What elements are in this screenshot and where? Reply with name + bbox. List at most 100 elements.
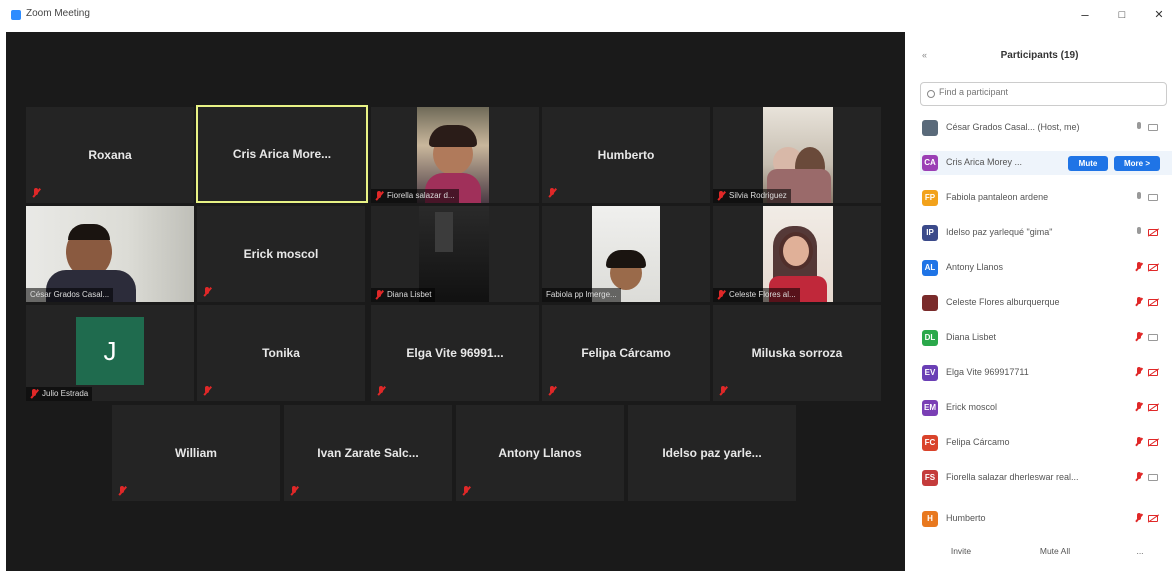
video-tile-idelso[interactable]: Idelso paz yarle... (628, 405, 796, 501)
participant-name: Elga Vite 96991... (406, 346, 504, 360)
search-input[interactable] (939, 87, 1159, 97)
muted-mic-icon (719, 386, 727, 396)
participant-name: Cris Arica Morey ... (946, 157, 1023, 167)
mic-muted-icon[interactable] (1136, 367, 1142, 377)
avatar: EM (922, 400, 938, 416)
mic-icon[interactable] (1136, 122, 1142, 132)
mic-muted-icon[interactable] (1136, 402, 1142, 412)
muted-mic-icon (32, 188, 40, 198)
avatar: AL (922, 260, 938, 276)
video-tile-felipa[interactable]: Felipa Cárcamo (542, 305, 710, 401)
video-off-icon[interactable] (1148, 404, 1158, 411)
muted-mic-icon (375, 191, 383, 201)
mic-muted-icon[interactable] (1136, 332, 1142, 342)
muted-mic-icon (375, 290, 383, 300)
participant-name: Idelso paz yarle... (662, 446, 762, 460)
participant-row[interactable]: IP Idelso paz yarlequé "gima" (920, 221, 1172, 245)
maximize-button[interactable]: □ (1113, 8, 1131, 22)
video-tile-cris-arica[interactable]: Cris Arica More... (196, 105, 368, 203)
participant-name: Felipa Cárcamo (946, 437, 1010, 447)
video-off-icon[interactable] (1148, 439, 1158, 446)
video-off-icon[interactable] (1148, 229, 1158, 236)
video-tile-william[interactable]: William (112, 405, 280, 501)
mic-muted-icon[interactable] (1136, 437, 1142, 447)
video-tile-fiorella[interactable]: Fiorella salazar d... (371, 107, 539, 203)
video-tile-silvia[interactable]: Silvia Rodriguez (713, 107, 881, 203)
more-button[interactable]: More > (1114, 156, 1160, 171)
avatar: J (76, 317, 144, 385)
participant-search[interactable] (920, 82, 1167, 106)
participant-row[interactable]: FP Fabiola pantaleon ardene (920, 186, 1172, 210)
participant-name-tag: Diana Lisbet (371, 288, 436, 302)
participant-row[interactable]: EV Elga Vite 969917711 (920, 361, 1172, 385)
close-button[interactable]: ✕ (1150, 8, 1168, 22)
mute-all-button[interactable]: Mute All (1030, 542, 1080, 560)
muted-mic-icon (462, 486, 470, 496)
more-options-icon[interactable]: ... (1132, 542, 1148, 560)
video-tile-diana[interactable]: Diana Lisbet (371, 206, 539, 302)
video-camera-icon[interactable] (1148, 194, 1158, 201)
muted-mic-icon (203, 386, 211, 396)
participant-row[interactable]: FS Fiorella salazar dherleswar real... (920, 466, 1172, 490)
participant-row[interactable]: EM Erick moscol (920, 396, 1172, 420)
participant-row[interactable]: CA Cris Arica Morey ... Mute More > (920, 151, 1172, 175)
mic-icon[interactable] (1136, 192, 1142, 202)
video-off-icon[interactable] (1148, 264, 1158, 271)
participant-name: Diana Lisbet (946, 332, 997, 342)
participant-row[interactable]: Celeste Flores alburquerque (920, 291, 1172, 315)
title-bar: Zoom Meeting – □ ✕ (0, 0, 1172, 32)
participant-name: Antony Llanos (498, 446, 582, 460)
participant-name: César Grados Casal... (Host, me) (946, 122, 1080, 132)
video-tile-roxana[interactable]: Roxana (26, 107, 194, 203)
video-tile-elga[interactable]: Elga Vite 96991... (371, 305, 539, 401)
participant-name: Antony Llanos (946, 262, 1004, 272)
video-tile-miluska[interactable]: Miluska sorroza (713, 305, 881, 401)
avatar: FS (922, 470, 938, 486)
video-tile-celeste[interactable]: Celeste Flores al... (713, 206, 881, 302)
mic-muted-icon[interactable] (1136, 513, 1142, 523)
muted-mic-icon (203, 287, 211, 297)
video-off-icon[interactable] (1148, 515, 1158, 522)
participant-row[interactable]: César Grados Casal... (Host, me) (920, 116, 1172, 140)
mic-muted-icon[interactable] (1136, 297, 1142, 307)
participant-name: Humberto (597, 148, 655, 162)
participant-row[interactable]: AL Antony Llanos (920, 256, 1172, 280)
participant-name: Felipa Cárcamo (581, 346, 671, 360)
window-title: Zoom Meeting (26, 8, 90, 19)
video-tile-fabiola[interactable]: Fabiola pp lmerge... (542, 206, 710, 302)
muted-mic-icon (717, 191, 725, 201)
muted-mic-icon (377, 386, 385, 396)
participant-row[interactable]: H Humberto (920, 507, 1172, 531)
mic-muted-icon[interactable] (1136, 262, 1142, 272)
video-tile-cesar[interactable]: César Grados Casal... (26, 206, 194, 302)
video-tile-humberto[interactable]: Humberto (542, 107, 710, 203)
participant-name: Cris Arica More... (232, 147, 332, 161)
participant-name: Erick moscol (243, 247, 319, 261)
video-camera-icon[interactable] (1148, 334, 1158, 341)
video-off-icon[interactable] (1148, 299, 1158, 306)
avatar: H (922, 511, 938, 527)
video-tile-ivan[interactable]: Ivan Zarate Salc... (284, 405, 452, 501)
participant-name-tag: Fabiola pp lmerge... (542, 288, 621, 302)
participant-row[interactable]: DL Diana Lisbet (920, 326, 1172, 350)
participant-row[interactable]: FC Felipa Cárcamo (920, 431, 1172, 455)
participant-name-tag: Silvia Rodriguez (713, 189, 791, 203)
video-camera-icon[interactable] (1148, 474, 1158, 481)
participant-name: Fabiola pantaleon ardene (946, 192, 1049, 202)
muted-mic-icon (290, 486, 298, 496)
invite-button[interactable]: Invite (942, 542, 980, 560)
video-tile-erick[interactable]: Erick moscol (197, 206, 365, 302)
participant-name-tag: César Grados Casal... (26, 288, 114, 302)
video-tile-julio[interactable]: J Julio Estrada (26, 305, 194, 401)
avatar: IP (922, 225, 938, 241)
video-tile-antony[interactable]: Antony Llanos (456, 405, 624, 501)
mic-icon[interactable] (1136, 227, 1142, 237)
participant-name: Erick moscol (946, 402, 998, 412)
video-tile-tonika[interactable]: Tonika (197, 305, 365, 401)
participant-name: Fiorella salazar dherleswar real... (946, 472, 1079, 482)
minimize-button[interactable]: – (1076, 8, 1094, 22)
mute-button[interactable]: Mute (1068, 156, 1108, 171)
mic-muted-icon[interactable] (1136, 472, 1142, 482)
video-off-icon[interactable] (1148, 369, 1158, 376)
video-camera-icon[interactable] (1148, 124, 1158, 131)
